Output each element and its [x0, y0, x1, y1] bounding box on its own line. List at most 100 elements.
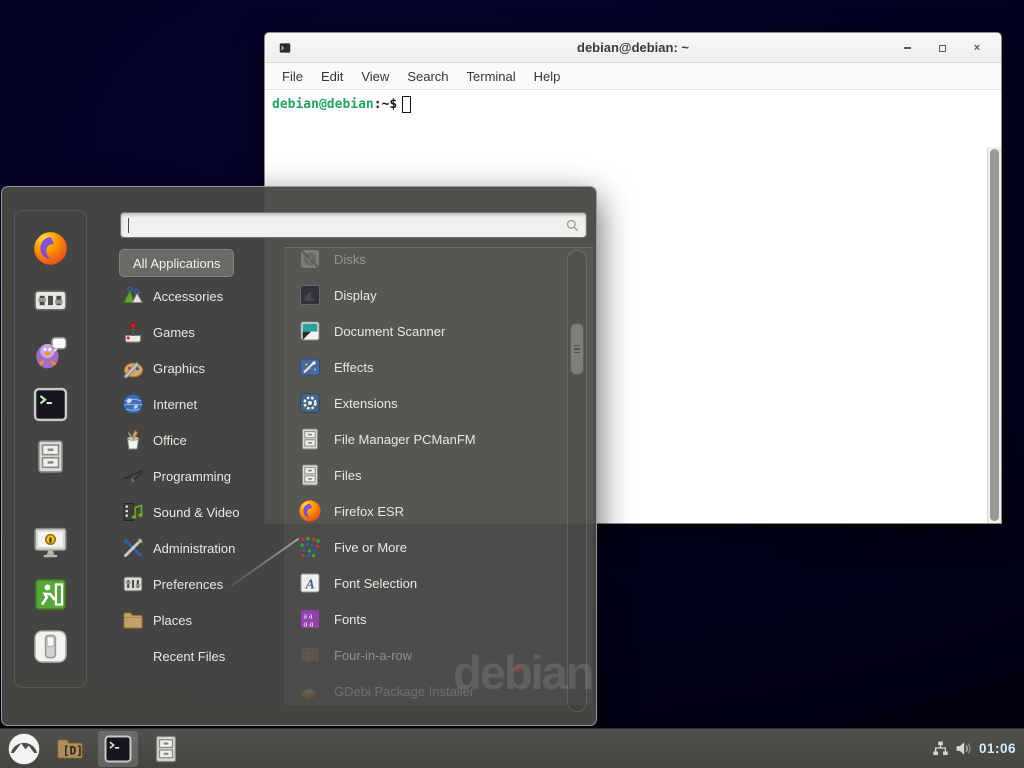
category-label: Graphics: [153, 361, 205, 376]
category-recent-files[interactable]: Recent Files: [113, 638, 275, 674]
app-label: File Manager PCManFM: [334, 432, 476, 447]
app-four-in-a-row[interactable]: Four-in-a-row: [284, 637, 560, 673]
folder-d-icon: [D]: [55, 734, 85, 764]
session-lock-screen[interactable]: [32, 524, 69, 561]
menu-scrollbar-thumb[interactable]: [570, 323, 584, 375]
prompt-user-host: debian@debian: [272, 97, 374, 112]
shutdown-icon: [32, 628, 69, 665]
category-graphics[interactable]: Graphics: [113, 350, 275, 386]
file-cabinet-icon: [32, 438, 69, 475]
taskbar-menu-button[interactable]: [4, 731, 44, 767]
extensions-icon: [298, 391, 322, 415]
filter-all-applications[interactable]: All Applications: [119, 249, 234, 277]
app-gdebi-package-installer[interactable]: GDebi Package Installer: [284, 673, 560, 709]
taskbar-desktop-folder-button[interactable]: [D]: [50, 731, 90, 767]
category-sound-video[interactable]: Sound & Video: [113, 494, 275, 530]
category-column: All Applications Accessories Games Graphic…: [113, 249, 275, 674]
app-document-scanner[interactable]: Document Scanner: [284, 313, 560, 349]
minimize-button[interactable]: [901, 42, 913, 54]
volume-icon[interactable]: [955, 740, 972, 757]
category-accessories[interactable]: Accessories: [113, 278, 275, 314]
category-office[interactable]: Office: [113, 422, 275, 458]
favorite-file-manager[interactable]: [32, 438, 69, 475]
app-label: GDebi Package Installer: [334, 684, 474, 699]
firefox-icon: [32, 230, 69, 267]
favorite-firefox[interactable]: [32, 230, 69, 267]
network-icon[interactable]: [932, 740, 949, 757]
sound-video-icon: [121, 500, 145, 524]
control-panel-icon: [32, 282, 69, 319]
app-label: Files: [334, 468, 361, 483]
taskbar-file-manager-button[interactable]: [146, 731, 186, 767]
app-label: Extensions: [334, 396, 398, 411]
favorite-pidgin[interactable]: [32, 334, 69, 371]
search-input[interactable]: [129, 215, 549, 235]
fonts-icon: a aa a: [298, 607, 322, 631]
favorite-terminal[interactable]: [32, 386, 69, 423]
menu-search-box[interactable]: [120, 212, 587, 238]
app-font-selection[interactable]: AFont Selection: [284, 565, 560, 601]
close-button[interactable]: ×: [971, 42, 983, 54]
file-cabinet-icon: [151, 734, 181, 764]
app-disks[interactable]: Disks: [284, 241, 560, 277]
app-extensions[interactable]: Extensions: [284, 385, 560, 421]
app-firefox-esr[interactable]: Firefox ESR: [284, 493, 560, 529]
terminal-cursor: [402, 96, 411, 113]
window-title: debian@debian: ~: [265, 40, 1001, 55]
category-internet[interactable]: Internet: [113, 386, 275, 422]
terminal-menubar: FileEditViewSearchTerminalHelp: [265, 63, 1001, 90]
programming-icon: [121, 464, 145, 488]
file-cabinet-icon: [298, 463, 322, 487]
prompt-path: :~$: [374, 97, 397, 112]
app-file-manager-pcmanfm[interactable]: File Manager PCManFM: [284, 421, 560, 457]
terminal-menu-help[interactable]: Help: [525, 63, 570, 90]
disks-icon: [298, 247, 322, 271]
terminal-menu-file[interactable]: File: [273, 63, 312, 90]
category-label: Sound & Video: [153, 505, 240, 520]
taskbar-terminal-button[interactable]: [98, 731, 138, 767]
category-label: Programming: [153, 469, 231, 484]
app-label: Four-in-a-row: [334, 648, 412, 663]
logout-icon: [32, 576, 69, 613]
session-logout[interactable]: [32, 576, 69, 613]
category-games[interactable]: Games: [113, 314, 275, 350]
favorite-control-center[interactable]: [32, 282, 69, 319]
taskbar-clock[interactable]: 01:06: [979, 741, 1016, 756]
terminal-menu-search[interactable]: Search: [398, 63, 457, 90]
svg-text:a a: a a: [304, 620, 314, 629]
app-five-or-more[interactable]: Five or More: [284, 529, 560, 565]
preferences-icon: [121, 572, 145, 596]
app-fonts[interactable]: a aa aFonts: [284, 601, 560, 637]
category-label: Games: [153, 325, 195, 340]
five-or-more-icon: [298, 535, 322, 559]
category-icon-placeholder: [121, 644, 145, 668]
maximize-button[interactable]: [936, 42, 948, 54]
terminal-menu-edit[interactable]: Edit: [312, 63, 352, 90]
search-icon: [565, 218, 580, 233]
desktop: { "desktop": { "watermark_text": "debian…: [0, 0, 1024, 768]
terminal-menu-terminal[interactable]: Terminal: [458, 63, 525, 90]
svg-text:A: A: [305, 578, 315, 593]
session-shutdown[interactable]: [32, 628, 69, 665]
category-label: Preferences: [153, 577, 223, 592]
app-files[interactable]: Files: [284, 457, 560, 493]
favorites-sidebar: [14, 210, 87, 688]
category-places[interactable]: Places: [113, 602, 275, 638]
accessories-icon: [121, 284, 145, 308]
application-menu: All Applications Accessories Games Graphic…: [1, 186, 597, 726]
menu-scrollbar[interactable]: [567, 250, 587, 712]
terminal-menu-view[interactable]: View: [352, 63, 398, 90]
app-effects[interactable]: Effects: [284, 349, 560, 385]
terminal-scrollbar-thumb[interactable]: [990, 149, 999, 521]
font-selection-icon: A: [298, 571, 322, 595]
four-in-a-row-icon: [298, 643, 322, 667]
category-administration[interactable]: Administration: [113, 530, 275, 566]
app-display[interactable]: Display: [284, 277, 560, 313]
category-label: Accessories: [153, 289, 223, 304]
terminal-scrollbar[interactable]: [987, 147, 1001, 523]
category-programming[interactable]: Programming: [113, 458, 275, 494]
terminal-titlebar[interactable]: debian@debian: ~ ×: [265, 33, 1001, 63]
office-icon: [121, 428, 145, 452]
terminal-icon: [32, 386, 69, 423]
category-label: Places: [153, 613, 192, 628]
